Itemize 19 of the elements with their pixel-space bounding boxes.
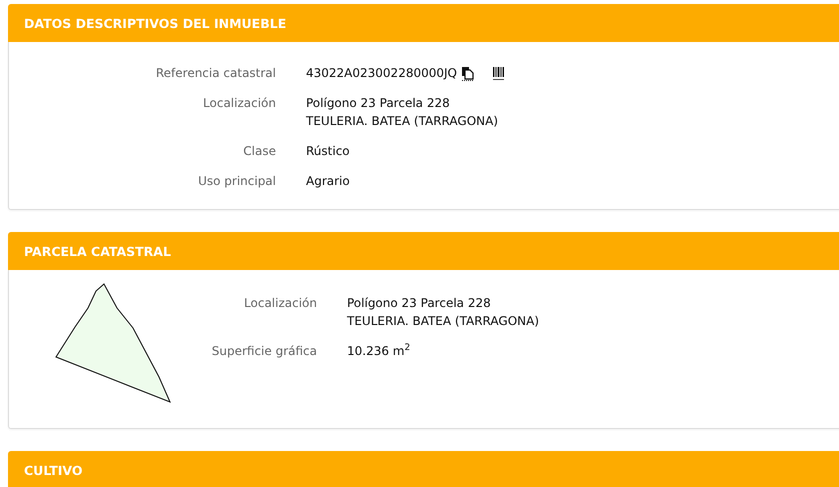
field-value: Polígono 23 Parcela 228 [347, 295, 492, 312]
field-label: Localización [202, 95, 276, 112]
field-label: Localización [243, 295, 317, 312]
field-label: Uso principal [197, 173, 276, 190]
field-value: Polígono 23 Parcela 228 [306, 95, 451, 112]
field-label: Clase [242, 143, 276, 160]
field-value: 43022A023002280000JQ [306, 65, 457, 82]
section-title: PARCELA CATASTRAL [24, 244, 171, 258]
copy-icon[interactable] [460, 66, 474, 80]
field-label: Superficie gráfica [210, 343, 317, 360]
field-value: Rústico [306, 143, 350, 160]
field-value: 10.236 m$^{2}$ [347, 342, 410, 360]
field-value: TEULERIA. BATEA (TARRAGONA) [347, 313, 539, 330]
field-value: Agrario [306, 173, 350, 190]
section-title: DATOS DESCRIPTIVOS DEL INMUEBLE [24, 16, 286, 30]
field-label: Referencia catastral [154, 65, 276, 82]
barcode-icon[interactable] [492, 66, 506, 80]
section-title: CULTIVO [24, 462, 82, 478]
field-value: TEULERIA. BATEA (TARRAGONA) [306, 113, 498, 130]
